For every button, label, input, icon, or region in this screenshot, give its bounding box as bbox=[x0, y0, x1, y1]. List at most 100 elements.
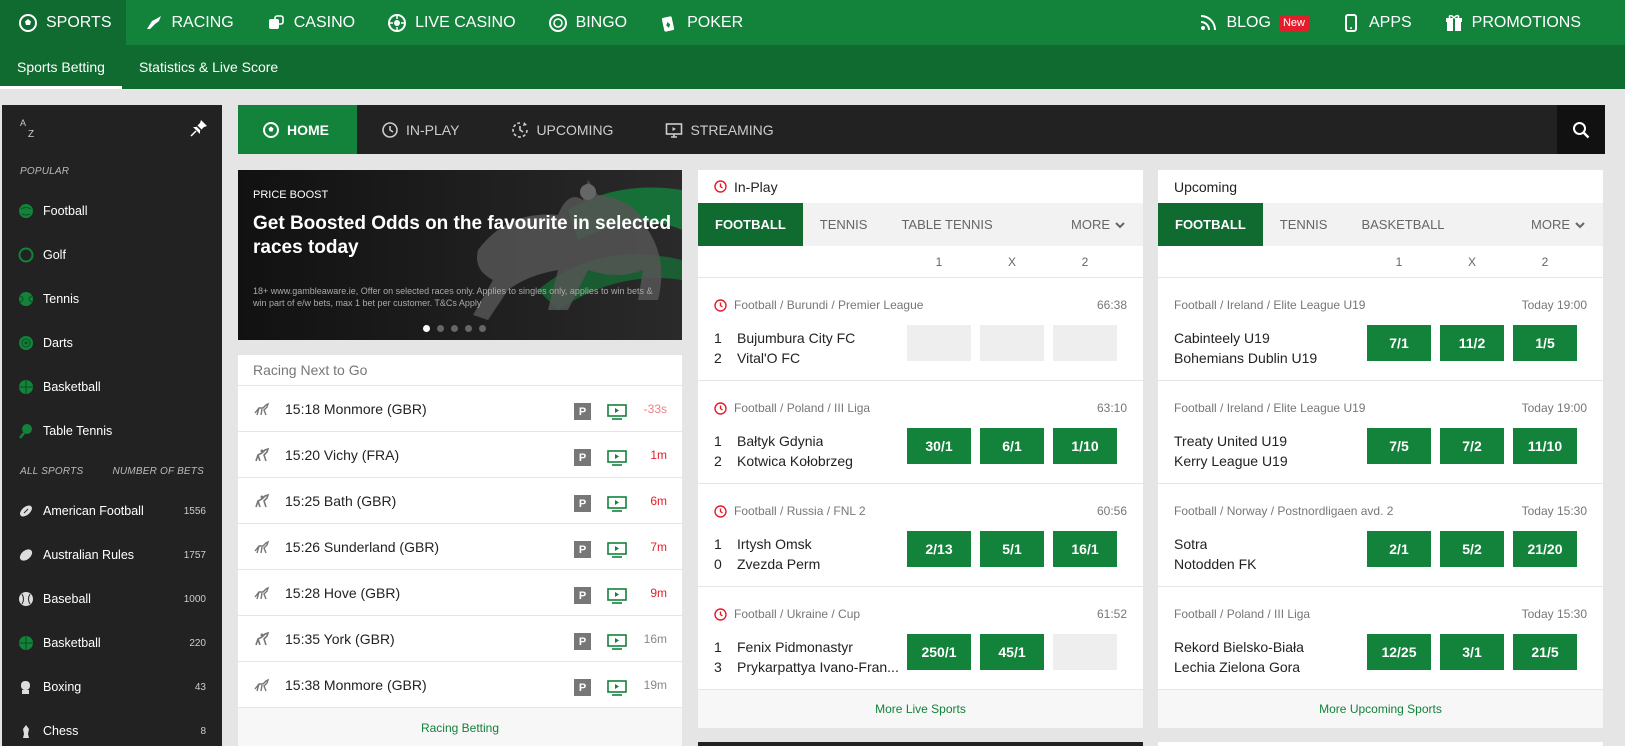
upcoming-tab-basketball[interactable]: BASKETBALL bbox=[1344, 203, 1461, 246]
carousel-dot[interactable] bbox=[451, 325, 458, 332]
sidebar-item-chess[interactable]: Chess 8 bbox=[2, 709, 222, 746]
home-team[interactable]: Rekord Bielsko-Biała bbox=[1174, 639, 1369, 655]
live-stream-icon[interactable] bbox=[607, 679, 627, 696]
home-team[interactable]: 1 Irtysh Omsk bbox=[714, 536, 909, 552]
inplay-more-dropdown[interactable]: MORE bbox=[1054, 203, 1143, 246]
odds-button[interactable]: 21/5 bbox=[1513, 634, 1577, 670]
tab-upcoming[interactable]: UPCOMING bbox=[487, 105, 641, 154]
home-team[interactable]: 1 Bałtyk Gdynia bbox=[714, 433, 909, 449]
nav-live-casino[interactable]: LIVE CASINO bbox=[369, 0, 529, 45]
upcoming-tab-football[interactable]: FOOTBALL bbox=[1158, 203, 1263, 246]
odds-button[interactable]: 12/25 bbox=[1367, 634, 1431, 670]
odds-button[interactable]: 2/13 bbox=[907, 531, 971, 567]
nav-apps[interactable]: APPS bbox=[1323, 0, 1426, 45]
home-team[interactable]: 1 Bujumbura City FC bbox=[714, 330, 909, 346]
sidebar-item-basketball[interactable]: Basketball bbox=[2, 365, 222, 409]
away-team[interactable]: 3 Prykarpattya Ivano-Fran... bbox=[714, 659, 909, 675]
live-stream-icon[interactable] bbox=[607, 495, 627, 512]
odds-button[interactable]: 45/1 bbox=[980, 634, 1044, 670]
odds-button[interactable]: 1/10 bbox=[1053, 428, 1117, 464]
tab-home[interactable]: HOME bbox=[238, 105, 357, 154]
sidebar-item-darts[interactable]: Darts bbox=[2, 321, 222, 365]
away-team[interactable]: 0 Zvezda Perm bbox=[714, 556, 909, 572]
nav-blog[interactable]: BLOG New bbox=[1180, 0, 1322, 45]
home-team[interactable]: Sotra bbox=[1174, 536, 1369, 552]
more-upcoming-sports-link[interactable]: More Upcoming Sports bbox=[1158, 690, 1603, 728]
carousel-dot[interactable] bbox=[479, 325, 486, 332]
sidebar-item-australian-rules[interactable]: Australian Rules 1757 bbox=[2, 533, 222, 577]
live-stream-icon[interactable] bbox=[607, 633, 627, 650]
race-row[interactable]: 15:38 Monmore (GBR) P 19m bbox=[238, 662, 682, 708]
live-stream-icon[interactable] bbox=[607, 541, 627, 558]
inplay-tab-table-tennis[interactable]: TABLE TENNIS bbox=[884, 203, 1009, 246]
sidebar-item-table-tennis[interactable]: Table Tennis bbox=[2, 409, 222, 453]
odds-button[interactable]: 1/5 bbox=[1513, 325, 1577, 361]
nav-racing[interactable]: RACING bbox=[126, 0, 248, 45]
live-stream-icon[interactable] bbox=[607, 403, 627, 420]
nav-poker[interactable]: POKER bbox=[641, 0, 757, 45]
sidebar-item-tennis[interactable]: Tennis bbox=[2, 277, 222, 321]
odds-button[interactable]: 6/1 bbox=[980, 428, 1044, 464]
live-stream-icon[interactable] bbox=[607, 587, 627, 604]
race-row[interactable]: 15:35 York (GBR) P 16m bbox=[238, 616, 682, 662]
price-boost-banner[interactable]: PRICE BOOST Get Boosted Odds on the favo… bbox=[238, 170, 682, 340]
odds-button[interactable]: 3/1 bbox=[1440, 634, 1504, 670]
sidebar-item-basketball[interactable]: Basketball 220 bbox=[2, 621, 222, 665]
away-team[interactable]: Bohemians Dublin U19 bbox=[1174, 350, 1369, 366]
odds-button[interactable]: 30/1 bbox=[907, 428, 971, 464]
subnav-statistics[interactable]: Statistics & Live Score bbox=[122, 45, 295, 89]
carousel-dot[interactable] bbox=[423, 325, 430, 332]
sidebar-item-boxing[interactable]: Boxing 43 bbox=[2, 665, 222, 709]
odds-button[interactable]: 7/2 bbox=[1440, 428, 1504, 464]
away-team[interactable]: 2 Kotwica Kołobrzeg bbox=[714, 453, 909, 469]
nav-promotions[interactable]: PROMOTIONS bbox=[1426, 0, 1595, 45]
carousel-dot[interactable] bbox=[465, 325, 472, 332]
race-row[interactable]: 15:25 Bath (GBR) P 6m bbox=[238, 478, 682, 524]
away-team[interactable]: Notodden FK bbox=[1174, 556, 1369, 572]
sidebar-item-american-football[interactable]: American Football 1556 bbox=[2, 489, 222, 533]
away-team[interactable]: Kerry League U19 bbox=[1174, 453, 1369, 469]
tab-in-play[interactable]: IN-PLAY bbox=[357, 105, 487, 154]
live-stream-icon[interactable] bbox=[607, 449, 627, 466]
match-row: Football / Burundi / Premier League 66:38… bbox=[698, 278, 1143, 381]
odds-button[interactable]: 250/1 bbox=[907, 634, 971, 670]
odds-button[interactable]: 16/1 bbox=[1053, 531, 1117, 567]
odds-button[interactable]: 21/20 bbox=[1513, 531, 1577, 567]
odds-button[interactable]: 5/2 bbox=[1440, 531, 1504, 567]
nav-casino[interactable]: CASINO bbox=[248, 0, 369, 45]
sidebar-item-golf[interactable]: Golf bbox=[2, 233, 222, 277]
race-row[interactable]: 15:20 Vichy (FRA) P 1m bbox=[238, 432, 682, 478]
more-live-sports-link[interactable]: More Live Sports bbox=[698, 690, 1143, 728]
nav-sports[interactable]: SPORTS bbox=[0, 0, 126, 45]
home-team[interactable]: Cabinteely U19 bbox=[1174, 330, 1369, 346]
racing-betting-link[interactable]: Racing Betting bbox=[238, 708, 682, 746]
sort-az-icon[interactable]: AZ bbox=[20, 117, 40, 139]
away-team[interactable]: Lechia Zielona Gora bbox=[1174, 659, 1369, 675]
odds-button[interactable]: 2/1 bbox=[1367, 531, 1431, 567]
sidebar-item-baseball[interactable]: Baseball 1000 bbox=[2, 577, 222, 621]
sidebar-item-football[interactable]: Football bbox=[2, 189, 222, 233]
upcoming-tab-tennis[interactable]: TENNIS bbox=[1263, 203, 1345, 246]
inplay-tab-football[interactable]: FOOTBALL bbox=[698, 203, 803, 246]
home-team[interactable]: 1 Fenix Pidmonastyr bbox=[714, 639, 909, 655]
upcoming-more-dropdown[interactable]: MORE bbox=[1514, 203, 1603, 246]
carousel-dot[interactable] bbox=[437, 325, 444, 332]
home-team[interactable]: Treaty United U19 bbox=[1174, 433, 1369, 449]
search-button[interactable] bbox=[1557, 105, 1605, 154]
unpin-icon[interactable] bbox=[190, 119, 208, 137]
tab-streaming[interactable]: STREAMING bbox=[641, 105, 801, 154]
inplay-tab-tennis[interactable]: TENNIS bbox=[803, 203, 885, 246]
away-team[interactable]: 2 Vital'O FC bbox=[714, 350, 909, 366]
phone-icon bbox=[1344, 13, 1357, 32]
race-row[interactable]: 15:26 Sunderland (GBR) P 7m bbox=[238, 524, 682, 570]
odds-button[interactable]: 7/1 bbox=[1367, 325, 1431, 361]
upcoming-sport-tabs: FOOTBALL TENNIS BASKETBALL MORE bbox=[1158, 203, 1603, 246]
odds-button[interactable]: 11/2 bbox=[1440, 325, 1504, 361]
odds-button[interactable]: 7/5 bbox=[1367, 428, 1431, 464]
nav-bingo[interactable]: BINGO bbox=[530, 0, 642, 45]
odds-button[interactable]: 5/1 bbox=[980, 531, 1044, 567]
subnav-sports-betting[interactable]: Sports Betting bbox=[0, 45, 122, 89]
race-row[interactable]: 15:18 Monmore (GBR) P -33s bbox=[238, 386, 682, 432]
race-row[interactable]: 15:28 Hove (GBR) P 9m bbox=[238, 570, 682, 616]
odds-button[interactable]: 11/10 bbox=[1513, 428, 1577, 464]
